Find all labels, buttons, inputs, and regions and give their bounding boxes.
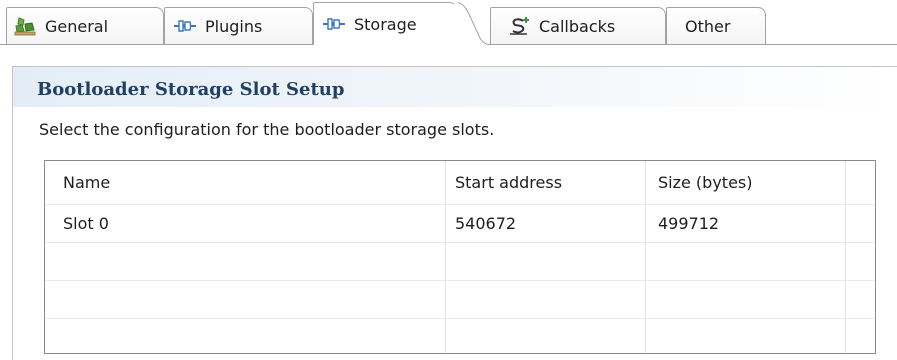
start-address-cell[interactable]: 540672	[445, 205, 645, 242]
size-bytes-cell[interactable]: 499712	[645, 205, 845, 242]
plugin-icon	[173, 16, 197, 36]
tab-callbacks-label: Callbacks	[539, 16, 616, 36]
slot-name-cell[interactable]	[45, 281, 445, 318]
start-address-cell[interactable]	[445, 319, 645, 353]
tab-plugins[interactable]: Plugins	[164, 7, 313, 44]
general-icon	[13, 16, 37, 36]
tab-general[interactable]: General	[6, 7, 164, 44]
size-bytes-cell[interactable]	[645, 243, 845, 280]
size-bytes-cell[interactable]	[645, 319, 845, 353]
tab-other-label: Other	[685, 16, 731, 36]
storage-panel: Bootloader Storage Slot Setup Select the…	[12, 66, 897, 360]
tab-callbacks[interactable]: Callbacks	[490, 7, 666, 44]
tab-bar: General Plugins Storage Callbacks Other	[0, 0, 897, 45]
tab-storage-label: Storage	[354, 14, 417, 34]
bootloader-editor: General Plugins Storage Callbacks Other …	[0, 0, 897, 360]
slot-name-cell[interactable]: Slot 0	[45, 205, 445, 242]
storage-slots-table[interactable]: Name Start address Size (bytes) Slot 0 5…	[44, 160, 876, 354]
size-bytes-cell[interactable]	[645, 281, 845, 318]
table-row[interactable]	[45, 243, 875, 281]
start-address-cell[interactable]	[445, 243, 645, 280]
section-header: Bootloader Storage Slot Setup	[13, 67, 897, 107]
column-header-size[interactable]: Size (bytes)	[645, 161, 845, 204]
table-header-row: Name Start address Size (bytes)	[45, 161, 875, 205]
table-row[interactable]	[45, 319, 875, 353]
tab-storage[interactable]: Storage	[313, 2, 488, 45]
table-row[interactable]	[45, 281, 875, 319]
column-header-start-address[interactable]: Start address	[445, 161, 645, 204]
tab-plugins-label: Plugins	[205, 16, 263, 36]
active-tab-corner	[454, 2, 488, 45]
section-description: Select the configuration for the bootloa…	[39, 120, 495, 139]
plugin-icon	[322, 14, 346, 34]
slot-name-cell[interactable]	[45, 319, 445, 353]
start-address-cell[interactable]	[445, 281, 645, 318]
tab-general-label: General	[45, 16, 109, 36]
column-header-name[interactable]: Name	[45, 161, 445, 204]
section-title: Bootloader Storage Slot Setup	[37, 79, 345, 100]
slot-name-cell[interactable]	[45, 243, 445, 280]
table-row[interactable]: Slot 0 540672 499712	[45, 205, 875, 243]
tab-other[interactable]: Other	[666, 7, 766, 44]
callbacks-icon	[507, 16, 531, 36]
column-header-filler	[845, 161, 875, 204]
